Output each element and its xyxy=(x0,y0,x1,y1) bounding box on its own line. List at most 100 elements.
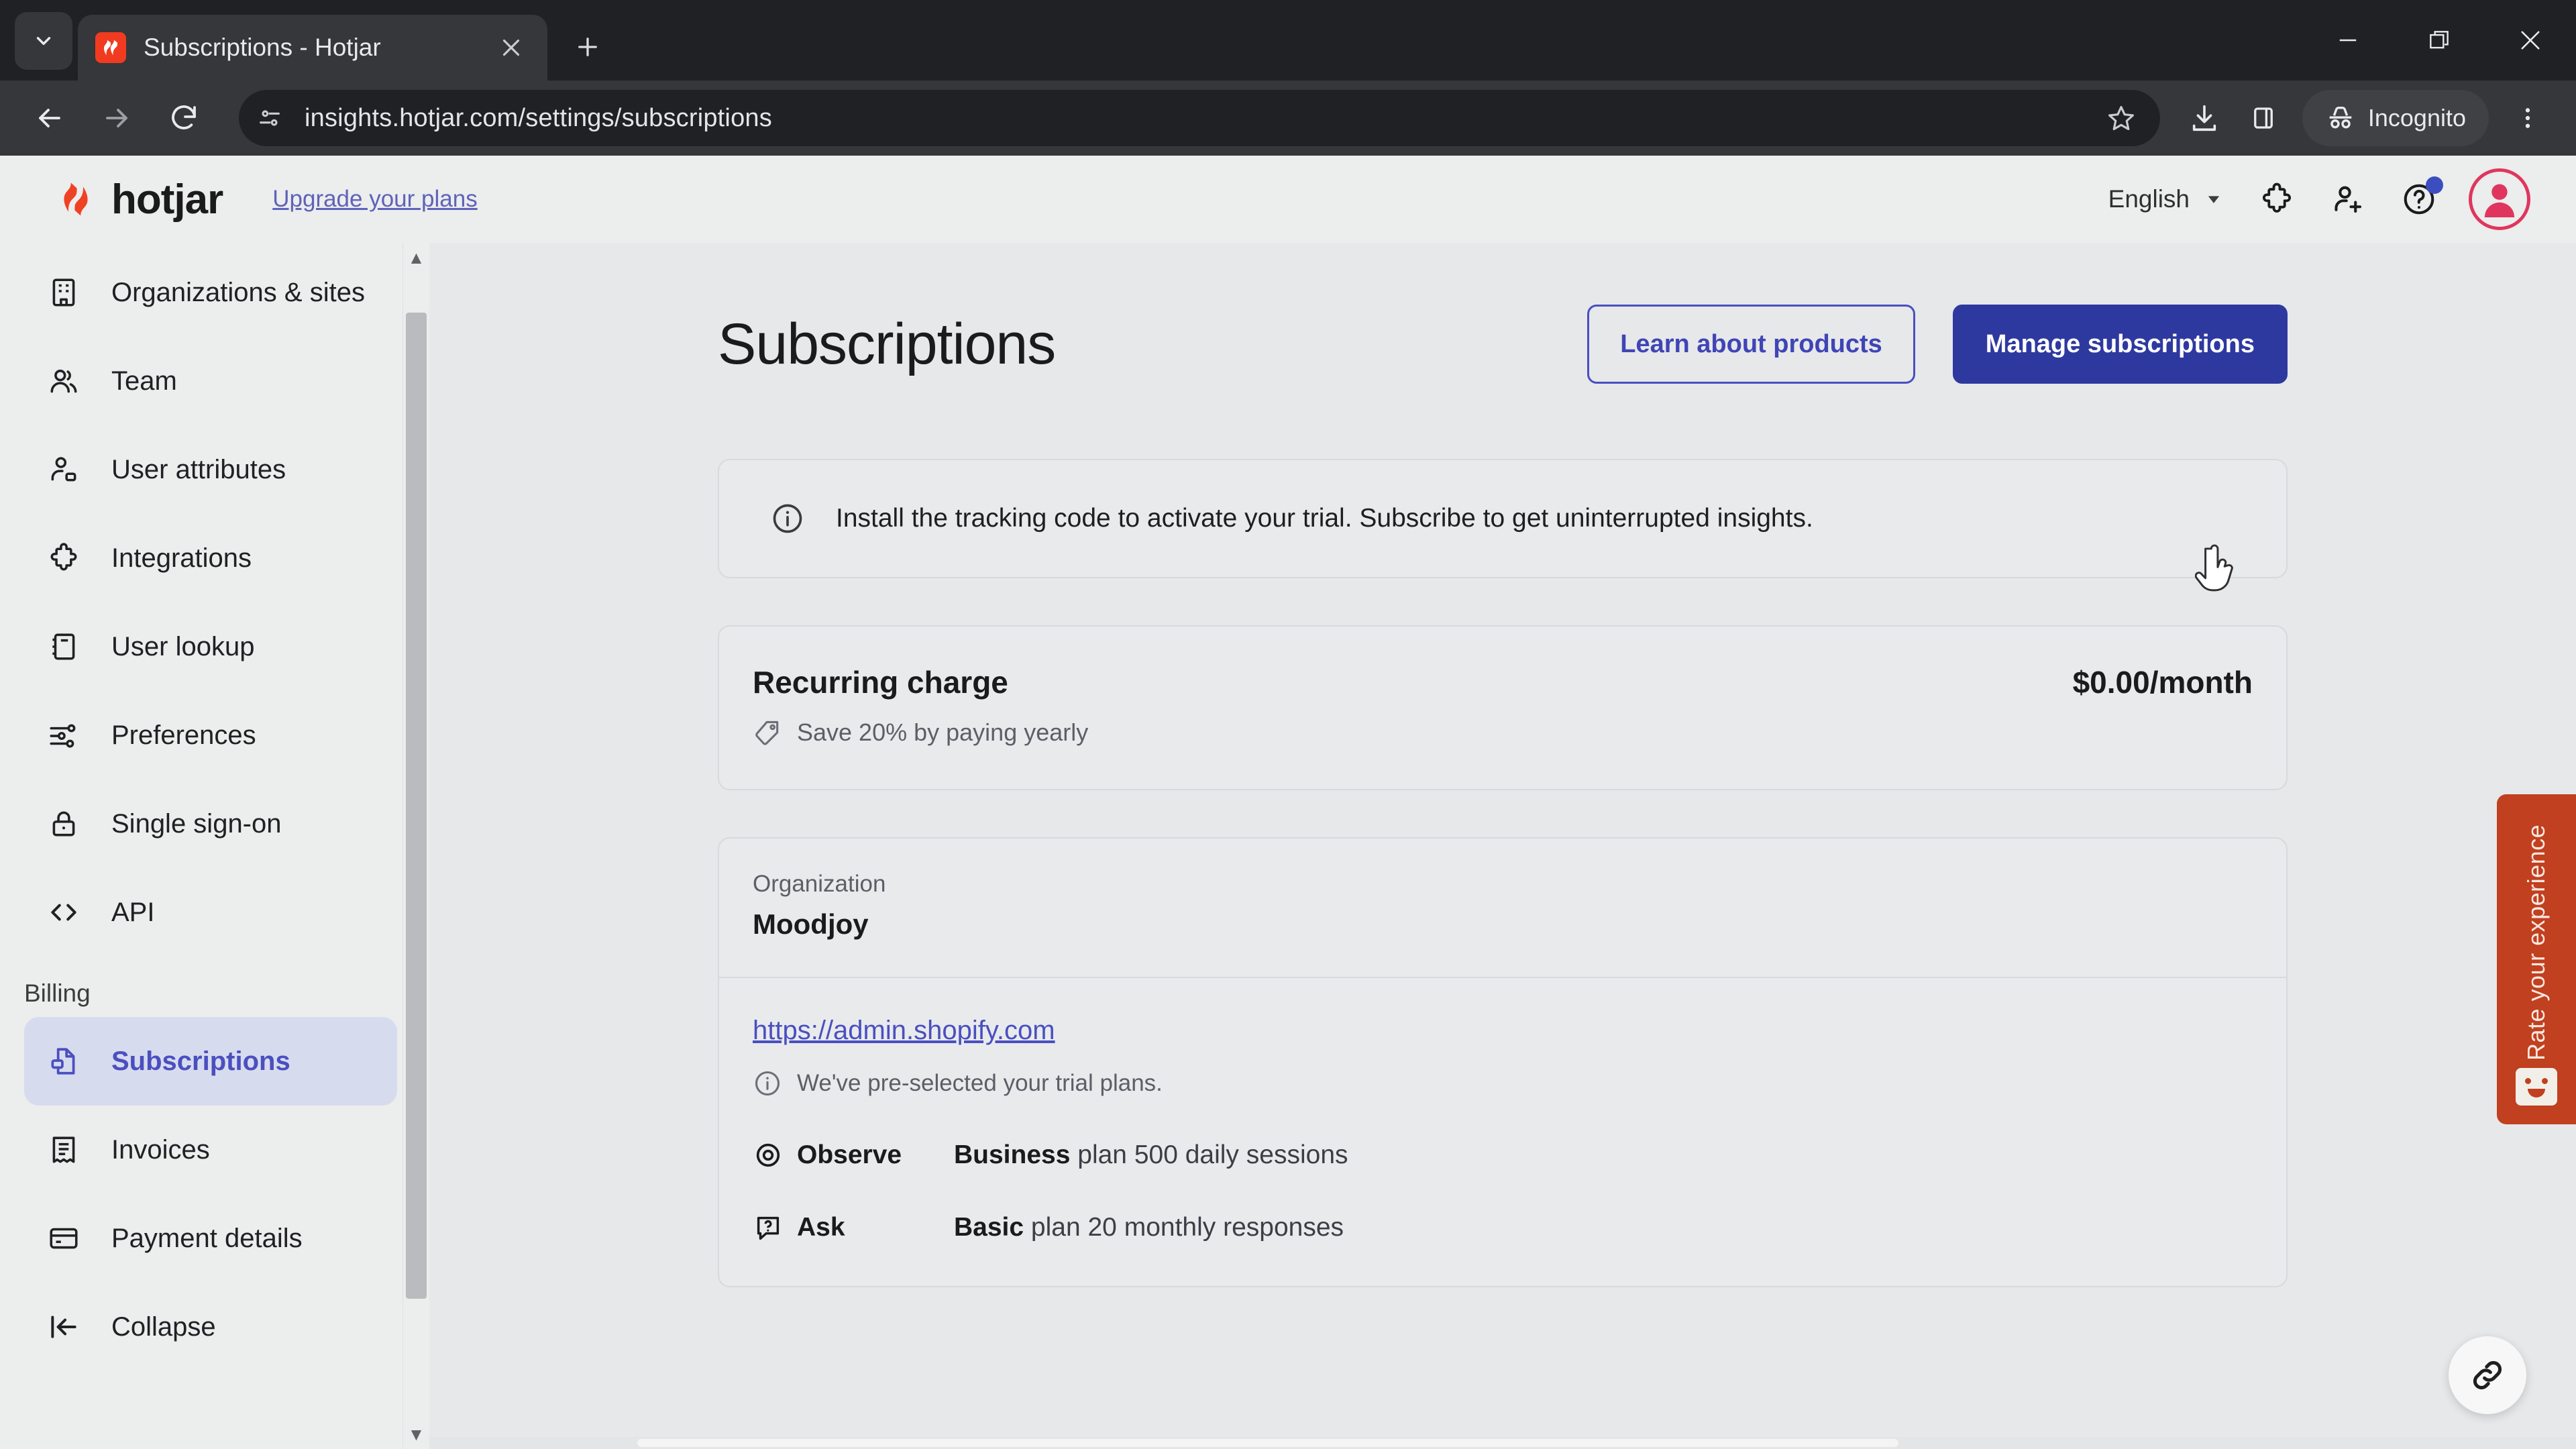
sidebar-item-invoices[interactable]: Invoices xyxy=(24,1106,397,1194)
hotjar-wordmark: hotjar xyxy=(111,176,223,223)
help-notification-badge xyxy=(2426,176,2443,194)
sidebar-section-billing: Billing xyxy=(24,979,91,1007)
smiley-face-icon xyxy=(2516,1068,2557,1106)
tune-site-info-icon[interactable] xyxy=(246,94,294,142)
browser-toolbar: insights.hotjar.com/settings/subscriptio… xyxy=(0,80,2576,156)
rate-tab-label: Rate your experience xyxy=(2522,824,2550,1061)
sidebar-scroll-track[interactable] xyxy=(403,272,429,1419)
sidebar-item-label: Integrations xyxy=(111,543,252,573)
window-controls xyxy=(2302,0,2576,80)
page-viewport: hotjar Upgrade your plans English Organi… xyxy=(0,156,2576,1449)
sidebar-item-organizations-sites[interactable]: Organizations & sites xyxy=(24,248,397,337)
page-horizontal-scroll-thumb[interactable] xyxy=(637,1439,1898,1447)
sidebar-item-label: User lookup xyxy=(111,631,255,661)
sidebar-item-team[interactable]: Team xyxy=(24,337,397,425)
organization-plans-card: Organization Moodjoy https://admin.shopi… xyxy=(711,837,2294,1287)
bookmark-star-icon[interactable] xyxy=(2092,89,2151,148)
tab-search-chevron-icon[interactable] xyxy=(15,12,72,70)
sidebar-item-label: User attributes xyxy=(111,454,286,484)
language-selector[interactable]: English xyxy=(2094,176,2238,223)
plan-product-name: Observe xyxy=(797,1140,902,1169)
close-tab-icon[interactable] xyxy=(492,29,530,66)
info-icon xyxy=(753,1069,782,1098)
forward-button[interactable] xyxy=(86,87,148,149)
sidebar-collapse-button[interactable]: Collapse xyxy=(24,1283,397,1371)
sidebar-item-user-attributes[interactable]: User attributes xyxy=(24,425,397,514)
settings-sidebar: Organizations & sites Team User attribut… xyxy=(0,243,429,1449)
info-icon xyxy=(770,501,805,536)
close-window-button[interactable] xyxy=(2485,0,2576,80)
page-actions: Learn about products Manage subscription… xyxy=(1587,305,2288,384)
main-content: Subscriptions Learn about products Manag… xyxy=(429,243,2576,1449)
sidebar-item-subscriptions[interactable]: Subscriptions xyxy=(24,1017,397,1106)
browser-menu-icon[interactable] xyxy=(2498,89,2557,148)
sidebar-item-payment-details[interactable]: Payment details xyxy=(24,1194,397,1283)
upgrade-plans-link[interactable]: Upgrade your plans xyxy=(272,186,477,213)
subscription-doc-icon xyxy=(44,1042,83,1081)
puzzle-integrations-icon[interactable] xyxy=(2245,167,2309,231)
manage-subscriptions-button[interactable]: Manage subscriptions xyxy=(1952,305,2288,384)
site-url-link[interactable]: https://admin.shopify.com xyxy=(753,1016,1055,1046)
hotjar-logo[interactable]: hotjar xyxy=(55,176,223,223)
plan-row-ask: Ask Basic plan 20 monthly responses xyxy=(753,1212,2253,1243)
browser-tab[interactable]: Subscriptions - Hotjar xyxy=(78,15,547,80)
sidebar-item-label: Single sign-on xyxy=(111,808,282,839)
address-bar-url: insights.hotjar.com/settings/subscriptio… xyxy=(305,103,772,132)
tag-icon xyxy=(753,718,782,747)
rate-your-experience-tab[interactable]: Rate your experience xyxy=(2497,794,2576,1124)
receipt-icon xyxy=(44,1130,83,1169)
reload-button[interactable] xyxy=(153,87,215,149)
page-body: Organizations & sites Team User attribut… xyxy=(0,243,2576,1449)
minimize-window-button[interactable] xyxy=(2302,0,2394,80)
observe-eye-icon xyxy=(753,1140,784,1171)
recurring-charge-title: Recurring charge xyxy=(753,665,1008,700)
sidebar-item-label: Subscriptions xyxy=(111,1046,290,1076)
address-bar[interactable]: insights.hotjar.com/settings/subscriptio… xyxy=(239,90,2160,146)
page-horizontal-scrollbar[interactable] xyxy=(429,1437,2576,1449)
sidebar-item-label: Collapse xyxy=(111,1311,216,1342)
recurring-charge-amount: $0.00/month xyxy=(2072,665,2253,700)
scroll-up-arrow-icon[interactable]: ▲ xyxy=(408,243,425,272)
plan-product-name: Ask xyxy=(797,1213,845,1242)
incognito-label: Incognito xyxy=(2367,104,2466,131)
app-header: hotjar Upgrade your plans English xyxy=(0,156,2576,243)
plan-tier: Basic xyxy=(954,1213,1024,1242)
notebook-icon xyxy=(44,627,83,666)
sidebar-item-integrations[interactable]: Integrations xyxy=(24,514,397,602)
sidebar-scrollbar[interactable]: ▲ ▼ xyxy=(402,243,429,1449)
side-panel-icon[interactable] xyxy=(2234,89,2293,148)
yearly-saving-note: Save 20% by paying yearly xyxy=(797,718,1089,746)
puzzle-icon xyxy=(44,539,83,578)
learn-about-products-button[interactable]: Learn about products xyxy=(1587,305,1915,384)
sidebar-item-api[interactable]: API xyxy=(24,868,397,957)
ask-question-icon xyxy=(753,1212,784,1243)
plan-row-observe: Observe Business plan 500 daily sessions xyxy=(753,1140,2253,1171)
incognito-indicator[interactable]: Incognito xyxy=(2302,90,2489,146)
organization-block: Organization Moodjoy xyxy=(719,839,2286,978)
organization-name: Moodjoy xyxy=(753,908,869,940)
info-banner-text: Install the tracking code to activate yo… xyxy=(836,504,1813,533)
building-icon xyxy=(44,273,83,312)
invite-user-icon[interactable] xyxy=(2316,167,2380,231)
scroll-down-arrow-icon[interactable]: ▼ xyxy=(408,1419,425,1449)
sidebar-item-user-lookup[interactable]: User lookup xyxy=(24,602,397,691)
new-tab-button[interactable] xyxy=(562,21,613,72)
sidebar-scroll-thumb[interactable] xyxy=(406,313,427,1299)
sidebar-item-label: Payment details xyxy=(111,1223,303,1253)
trial-info-banner: Install the tracking code to activate yo… xyxy=(711,459,2294,578)
credit-card-icon xyxy=(44,1219,83,1258)
page-title: Subscriptions xyxy=(718,311,1056,376)
people-icon xyxy=(44,362,83,400)
avatar[interactable] xyxy=(2469,168,2530,230)
code-brackets-icon xyxy=(44,893,83,932)
lock-icon xyxy=(44,804,83,843)
copy-link-fab-button[interactable] xyxy=(2449,1336,2526,1414)
sidebar-item-preferences[interactable]: Preferences xyxy=(24,691,397,780)
sidebar-item-label: Organizations & sites xyxy=(111,277,365,307)
maximize-window-button[interactable] xyxy=(2394,0,2485,80)
downloads-icon[interactable] xyxy=(2175,89,2234,148)
sidebar-item-single-sign-on[interactable]: Single sign-on xyxy=(24,780,397,868)
back-button[interactable] xyxy=(19,87,80,149)
hotjar-mark-icon xyxy=(64,182,88,216)
help-icon[interactable] xyxy=(2387,167,2451,231)
